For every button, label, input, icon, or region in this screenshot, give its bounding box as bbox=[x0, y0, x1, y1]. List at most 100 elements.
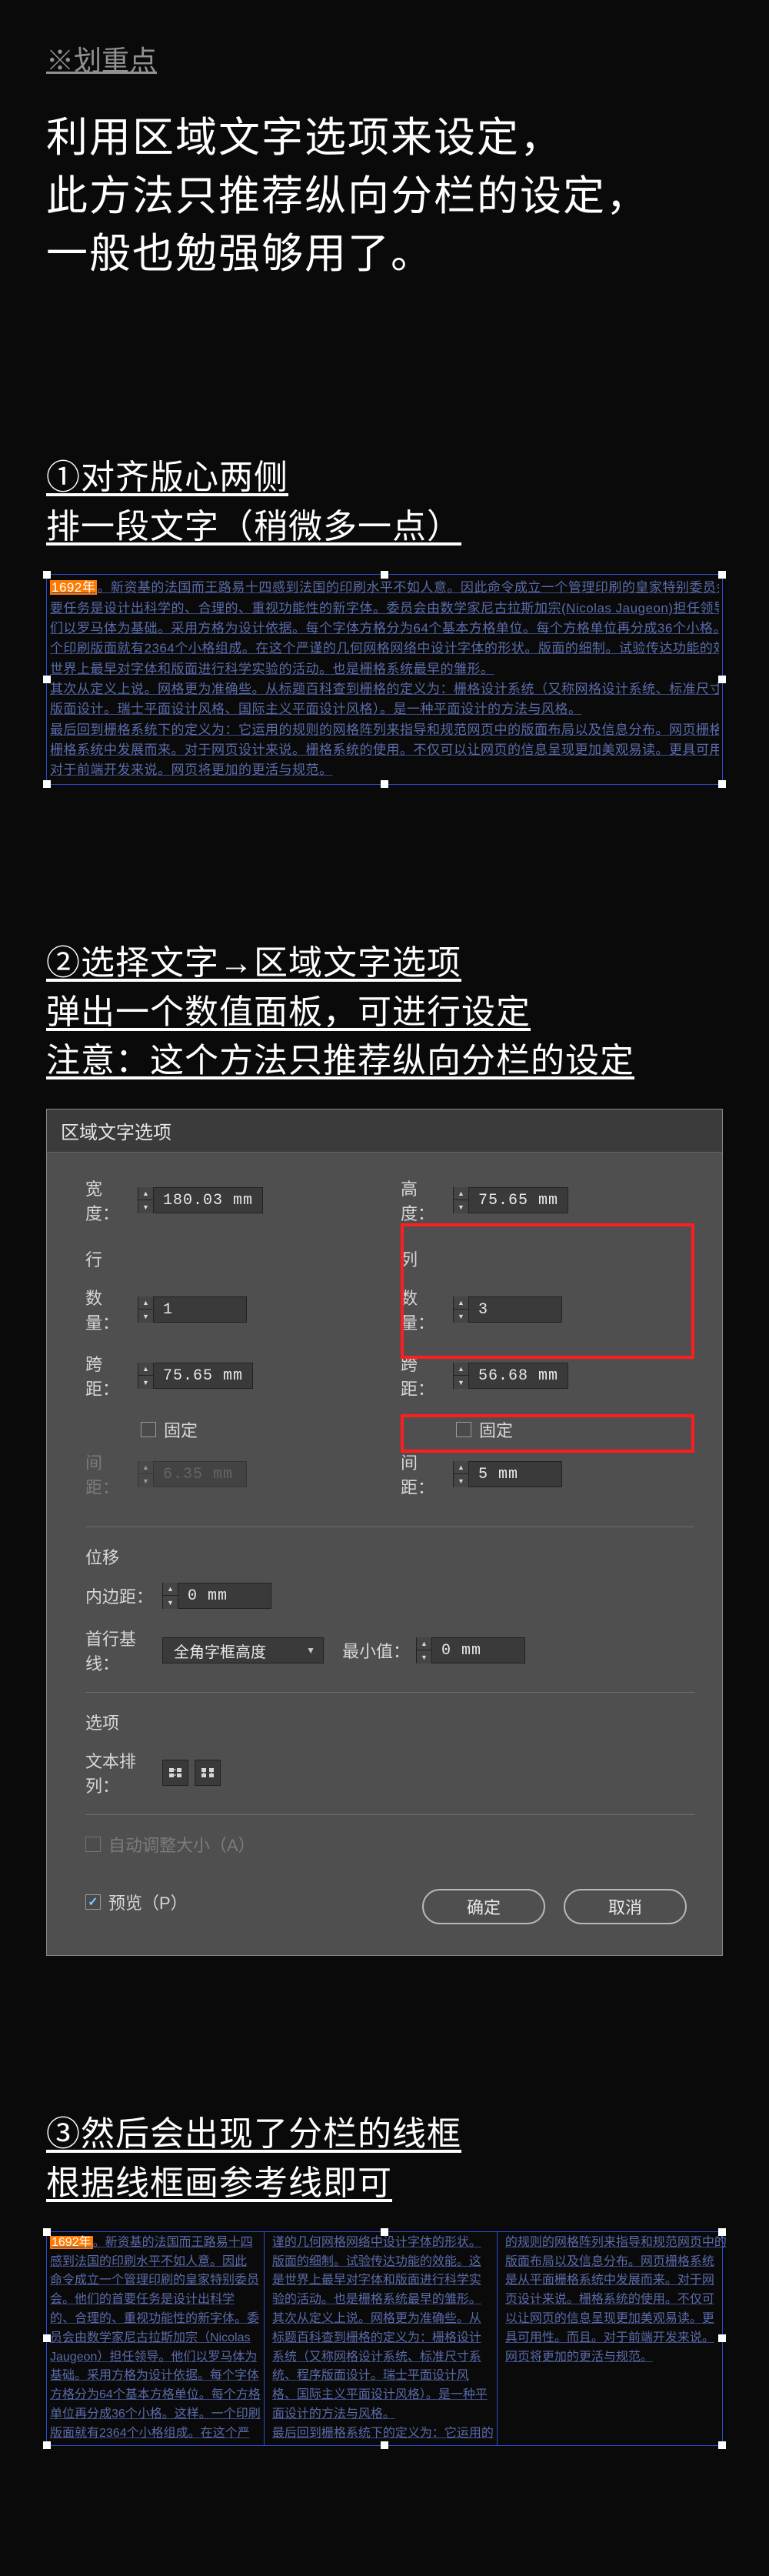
textflow-horizontal-button[interactable] bbox=[162, 1760, 188, 1786]
column-text-line: 1692年。新资基的法国而王路易十四 bbox=[50, 2234, 261, 2253]
handle-mid-right[interactable] bbox=[718, 2334, 726, 2342]
sample-text-line: 世界上最早对字体和版面进行科学实验的活动。也是栅格系统最早的雏形。 bbox=[50, 659, 719, 679]
stepper-up-icon[interactable]: ▲ bbox=[454, 1363, 468, 1376]
handle-bot-right[interactable] bbox=[718, 2441, 726, 2449]
column-text-line: 的规则的网格阵列来指导和规范网页中的 bbox=[505, 2234, 727, 2253]
autosize-label: 自动调整大小（A） bbox=[108, 1832, 255, 1857]
stepper-down-icon[interactable]: ▼ bbox=[138, 1200, 153, 1213]
row-gap-value: 6.35 mm bbox=[154, 1466, 246, 1483]
inset-stepper[interactable]: ▲▼ 0 mm bbox=[162, 1583, 271, 1609]
highlight-year: 1692年 bbox=[50, 2236, 93, 2249]
stepper-up-icon[interactable]: ▲ bbox=[138, 1187, 153, 1200]
sample-text-frame[interactable]: 1692年。新资基的法国而王路易十四感到法国的印刷水平不如人意。因此命令成立一个… bbox=[46, 574, 723, 784]
autosize-checkbox[interactable] bbox=[85, 1837, 101, 1852]
stepper-up-icon[interactable]: ▲ bbox=[454, 1187, 468, 1200]
column-2: 谨的几何网格网络中设计字体的形状。版面的细制。试验传达功能的效能。这是世界上最早… bbox=[269, 2232, 498, 2445]
cancel-button[interactable]: 取消 bbox=[564, 1889, 687, 1924]
stepper-down-icon[interactable]: ▼ bbox=[454, 1200, 468, 1213]
column-text-line: 以让网页的信息呈现更加美观易读。更 bbox=[505, 2310, 727, 2329]
stepper-up-icon: ▲ bbox=[138, 1461, 153, 1474]
stepper-up-icon[interactable]: ▲ bbox=[138, 1296, 153, 1310]
column-text-line: 的、合理的、重视功能性的新字体。委 bbox=[50, 2310, 261, 2329]
handle-mid-right[interactable] bbox=[718, 676, 726, 683]
column-text-line: 格、国际主义平面设计风格）。是一种平 bbox=[272, 2386, 494, 2405]
step2-title: ②选择文字→区域文字选项弹出一个数值面板，可进行设定注意：这个方法只推荐纵向分栏… bbox=[46, 939, 723, 1086]
col-fixed-checkbox[interactable] bbox=[456, 1422, 471, 1437]
handle-bot-left[interactable] bbox=[43, 2441, 51, 2449]
height-label: 高度： bbox=[401, 1176, 447, 1225]
stepper-up-icon[interactable]: ▲ bbox=[417, 1637, 431, 1650]
column-text-line: 页设计来说。栅格系统的使用。不仅可 bbox=[505, 2291, 727, 2310]
handle-bot-left[interactable] bbox=[43, 780, 51, 788]
min-stepper[interactable]: ▲▼ 0 mm bbox=[416, 1637, 525, 1663]
row-count-value[interactable]: 1 bbox=[154, 1301, 246, 1319]
width-stepper[interactable]: ▲▼ 180.03 mm bbox=[138, 1187, 263, 1213]
sample-text-line: 要任务是设计出科学的、合理的、重视功能性的新字体。委员会由数学家尼古拉斯加宗(N… bbox=[50, 599, 719, 619]
stepper-up-icon[interactable]: ▲ bbox=[454, 1296, 468, 1310]
ok-button[interactable]: 确定 bbox=[422, 1889, 545, 1924]
min-value[interactable]: 0 mm bbox=[432, 1642, 524, 1660]
row-span-value[interactable]: 75.65 mm bbox=[154, 1367, 252, 1385]
stepper-up-icon[interactable]: ▲ bbox=[163, 1583, 178, 1596]
width-value[interactable]: 180.03 mm bbox=[154, 1192, 262, 1210]
handle-top-right[interactable] bbox=[718, 2228, 726, 2236]
handle-top-left[interactable] bbox=[43, 2228, 51, 2236]
dialog-title: 区域文字选项 bbox=[47, 1109, 722, 1153]
baseline-label: 首行基线： bbox=[85, 1626, 156, 1675]
col-count-label: 数量： bbox=[401, 1285, 447, 1334]
column-text-line: 其次从定义上说。网格更为准确些。从 bbox=[272, 2310, 494, 2329]
row-span-stepper[interactable]: ▲▼ 75.65 mm bbox=[138, 1363, 253, 1389]
area-type-options-dialog: 区域文字选项 宽度： ▲▼ 180.03 mm 高度： ▲▼ bbox=[46, 1109, 723, 1956]
stepper-down-icon[interactable]: ▼ bbox=[138, 1376, 153, 1389]
three-column-frame[interactable]: 1692年。新资基的法国而王路易十四感到法国的印刷水平不如人意。因此命令成立一个… bbox=[46, 2231, 723, 2446]
flow-h-icon bbox=[168, 1765, 183, 1780]
height-value[interactable]: 75.65 mm bbox=[469, 1192, 568, 1210]
handle-bot-mid[interactable] bbox=[381, 2441, 388, 2449]
handle-top-mid[interactable] bbox=[381, 2228, 388, 2236]
handle-bot-right[interactable] bbox=[718, 780, 726, 788]
col-span-value[interactable]: 56.68 mm bbox=[469, 1367, 568, 1385]
column-text-line: 是世界上最早对字体和版面进行科学实 bbox=[272, 2271, 494, 2291]
header-marker: ※划重点 bbox=[46, 38, 723, 78]
intro-text: 利用区域文字选项来设定，此方法只推荐纵向分栏的设定，一般也勉强够用了。 bbox=[46, 109, 723, 284]
rows-section-label: 行 bbox=[85, 1246, 401, 1271]
col-count-value[interactable]: 3 bbox=[469, 1301, 561, 1319]
stepper-down-icon[interactable]: ▼ bbox=[454, 1474, 468, 1487]
column-1: 1692年。新资基的法国而王路易十四感到法国的印刷水平不如人意。因此命令成立一个… bbox=[47, 2232, 265, 2445]
stepper-down-icon[interactable]: ▼ bbox=[163, 1596, 178, 1609]
handle-top-right[interactable] bbox=[718, 571, 726, 579]
handle-top-left[interactable] bbox=[43, 571, 51, 579]
column-text-line: 是从平面栅格系统中发展而来。对于网 bbox=[505, 2271, 727, 2291]
row-count-stepper[interactable]: ▲▼ 1 bbox=[138, 1296, 247, 1323]
column-text-line: 感到法国的印刷水平不如人意。因此 bbox=[50, 2253, 261, 2272]
handle-top-mid[interactable] bbox=[381, 571, 388, 579]
column-text-line: 谨的几何网格网络中设计字体的形状。 bbox=[272, 2234, 494, 2253]
inset-value[interactable]: 0 mm bbox=[178, 1587, 271, 1605]
row-fixed-checkbox[interactable] bbox=[141, 1422, 156, 1437]
stepper-up-icon[interactable]: ▲ bbox=[454, 1461, 468, 1474]
baseline-select[interactable]: 全角字框高度 ▼ bbox=[162, 1637, 324, 1663]
handle-mid-left[interactable] bbox=[43, 676, 51, 683]
height-stepper[interactable]: ▲▼ 75.65 mm bbox=[453, 1187, 568, 1213]
handle-mid-left[interactable] bbox=[43, 2334, 51, 2342]
stepper-down-icon[interactable]: ▼ bbox=[454, 1310, 468, 1323]
col-count-stepper[interactable]: ▲▼ 3 bbox=[453, 1296, 562, 1323]
offset-section-label: 位移 bbox=[85, 1544, 694, 1569]
preview-label: 预览（P） bbox=[108, 1890, 188, 1914]
sample-text-line: 版面设计。瑞士平面设计风格、国际主义平面设计风格）。是一种平面设计的方法与风格。 bbox=[50, 699, 719, 719]
col-gap-label: 间距： bbox=[401, 1450, 447, 1499]
row-gap-label: 间距： bbox=[85, 1450, 131, 1499]
handle-bot-mid[interactable] bbox=[381, 780, 388, 788]
stepper-up-icon[interactable]: ▲ bbox=[138, 1363, 153, 1376]
textflow-vertical-button[interactable] bbox=[195, 1760, 221, 1786]
col-gap-stepper[interactable]: ▲▼ 5 mm bbox=[453, 1461, 562, 1487]
options-section-label: 选项 bbox=[85, 1710, 694, 1734]
stepper-down-icon[interactable]: ▼ bbox=[138, 1310, 153, 1323]
preview-checkbox[interactable] bbox=[85, 1894, 101, 1910]
col-fixed-label: 固定 bbox=[479, 1417, 513, 1442]
col-span-stepper[interactable]: ▲▼ 56.68 mm bbox=[453, 1363, 568, 1389]
column-text-line: 具可用性。而且。对于前端开发来说。 bbox=[505, 2329, 727, 2348]
col-gap-value[interactable]: 5 mm bbox=[469, 1466, 561, 1483]
stepper-down-icon[interactable]: ▼ bbox=[454, 1376, 468, 1389]
stepper-down-icon[interactable]: ▼ bbox=[417, 1650, 431, 1663]
